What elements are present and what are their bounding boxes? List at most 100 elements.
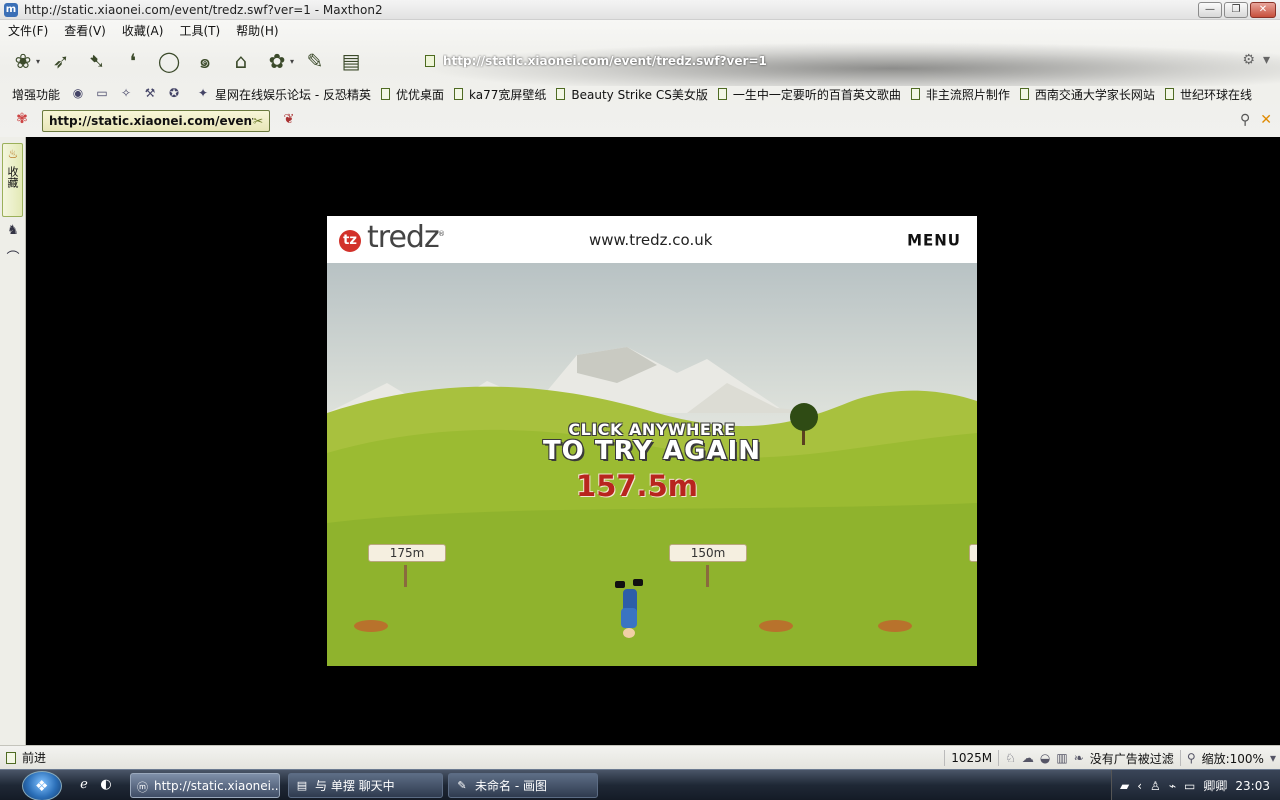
- flash-game[interactable]: tz tredz ® www.tredz.co.uk MENU 175m 150…: [327, 216, 977, 666]
- snail-icon[interactable]: ๑: [190, 47, 220, 75]
- start-button[interactable]: ❖: [22, 771, 62, 800]
- network-icon[interactable]: ⌁: [1169, 779, 1176, 793]
- window-icon[interactable]: ▭: [94, 86, 110, 102]
- task-label: http://static.xiaonei....: [154, 778, 280, 793]
- tab-close-icon[interactable]: ✂: [253, 114, 263, 128]
- tab-active[interactable]: http://static.xiaonei.com/event... ✂: [42, 110, 270, 132]
- ink-circle-home-icon[interactable]: ◯: [154, 47, 184, 75]
- game-scene[interactable]: 175m 150m CLICK ANYWHERE TO TRY AGAIN 15…: [327, 263, 977, 666]
- zoom-level[interactable]: 缩放:100%: [1202, 750, 1264, 767]
- maximize-button[interactable]: ❐: [1224, 2, 1248, 18]
- page-icon: [717, 88, 727, 100]
- horse-icon[interactable]: ♘: [1005, 751, 1016, 765]
- back-dropdown-icon[interactable]: ▾: [36, 57, 40, 66]
- tools-icon[interactable]: ⚒: [142, 86, 158, 102]
- tab-label: http://static.xiaonei.com/event...: [49, 114, 253, 128]
- menu-file[interactable]: 文件(F): [0, 22, 56, 39]
- favorite-link[interactable]: 优优桌面: [376, 86, 449, 103]
- page-icon: [1019, 88, 1029, 100]
- side-favorites-button[interactable]: ♨ 收藏: [2, 143, 23, 217]
- qq-icon[interactable]: ♙: [1150, 779, 1161, 793]
- separator: [1179, 750, 1181, 766]
- favorite-label: 星网在线娱乐论坛 - 反恐精英: [215, 87, 371, 102]
- favorite-link[interactable]: 世纪环球在线: [1160, 86, 1257, 103]
- system-tray: ▰ ‹ ♙ ⌁ ▭ 卿卿 23:03: [1111, 770, 1280, 800]
- arch-icon[interactable]: ⌒: [4, 247, 22, 266]
- bowl-icon[interactable]: ◒: [1040, 751, 1050, 765]
- flower-menu-icon[interactable]: ✾: [12, 111, 32, 131]
- memory-usage[interactable]: 1025M: [951, 751, 992, 765]
- address-input[interactable]: [443, 54, 983, 68]
- menu-favorites[interactable]: 收藏(A): [114, 22, 172, 39]
- star-icon: ✦: [197, 86, 209, 100]
- favorite-link[interactable]: ka77宽屏壁纸: [449, 86, 551, 103]
- tray-expand-icon[interactable]: ‹: [1137, 779, 1142, 793]
- page-icon: [6, 751, 16, 764]
- favorite-link[interactable]: 西南交通大学家长网站: [1015, 86, 1160, 103]
- tab-list-icon[interactable]: ⚲: [1240, 112, 1250, 128]
- bird-refresh-icon[interactable]: ➷: [82, 47, 112, 75]
- screen-capture-icon[interactable]: ◉: [70, 86, 86, 102]
- search-engine-icon[interactable]: ⚙: [1242, 52, 1255, 68]
- maxthon-app-icon[interactable]: m: [4, 2, 18, 17]
- enhancements-button[interactable]: 增强功能: [0, 86, 66, 103]
- new-tab-icon[interactable]: ❦: [282, 112, 296, 130]
- frog-icon[interactable]: ✿: [262, 47, 292, 75]
- leaf-icon[interactable]: ❧: [1074, 751, 1084, 765]
- cloud-icon[interactable]: ☁: [1022, 751, 1034, 765]
- page-icon: [454, 88, 463, 100]
- main-toolbar: ❀ ▾ ➶ ➷ ❛ ◯ ๑ ⌂ ✿ ▾ ✎ ▤: [8, 44, 366, 78]
- task-browser[interactable]: ⓜ http://static.xiaonei....: [130, 773, 280, 798]
- language-flag-icon[interactable]: ▰: [1120, 779, 1129, 793]
- menu-view[interactable]: 查看(V): [56, 22, 114, 39]
- favorite-link[interactable]: 非主流照片制作: [906, 86, 1015, 103]
- menu-help[interactable]: 帮助(H): [228, 22, 286, 39]
- menu-tools[interactable]: 工具(T): [171, 22, 228, 39]
- person-icon[interactable]: ♞: [4, 223, 22, 241]
- zoom-dropdown-icon[interactable]: ▾: [1270, 751, 1276, 765]
- clock[interactable]: 23:03: [1235, 779, 1270, 793]
- zoom-icon[interactable]: ⚲: [1187, 751, 1196, 765]
- favorite-link[interactable]: Beauty Strike CS美女版: [551, 86, 713, 103]
- site-url-link[interactable]: www.tredz.co.uk: [589, 231, 712, 249]
- player-shoe-left: [615, 581, 625, 588]
- brush-icon[interactable]: ✎: [300, 47, 330, 75]
- palette-icon[interactable]: ✪: [166, 86, 182, 102]
- taskbar: ❖ ℯ ◐ ⓜ http://static.xiaonei.... ▤ 与 单摆…: [0, 769, 1280, 800]
- task-chat[interactable]: ▤ 与 单摆 聊天中: [288, 773, 443, 798]
- status-text: 前进: [22, 751, 47, 765]
- window-title: http://static.xiaonei.com/event/tredz.sw…: [24, 2, 383, 17]
- dirt-mound: [878, 620, 912, 632]
- go-dropdown-icon[interactable]: ▾: [1263, 52, 1270, 68]
- lotus-back-icon[interactable]: ❀: [8, 47, 38, 75]
- side-favorites-label: 收藏: [6, 166, 19, 188]
- browser-quicklaunch-icon[interactable]: ◐: [98, 777, 114, 793]
- page-icon: [910, 88, 920, 100]
- ie-quicklaunch-icon[interactable]: ℯ: [76, 777, 92, 793]
- player-shoe-right: [633, 579, 643, 586]
- game-header: tz tredz ® www.tredz.co.uk MENU: [327, 216, 977, 263]
- minimize-button[interactable]: —: [1198, 2, 1222, 18]
- frog-dropdown-icon[interactable]: ▾: [290, 57, 294, 66]
- status-right: 1025M ♘ ☁ ◒ ▥ ❧ 没有广告被过滤 ⚲ 缩放:100% ▾: [944, 749, 1276, 767]
- distance-sign-partial: [969, 544, 977, 562]
- ad-filter-status[interactable]: 没有广告被过滤: [1090, 750, 1174, 767]
- bookshelf-icon[interactable]: ▥: [1056, 751, 1067, 765]
- favorite-label: 世纪环球在线: [1179, 87, 1252, 102]
- book-icon[interactable]: ▤: [336, 47, 366, 75]
- brush-stop-icon[interactable]: ❛: [118, 47, 148, 75]
- pavilion-icon[interactable]: ⌂: [226, 47, 256, 75]
- page-icon: [380, 88, 390, 100]
- task-paint[interactable]: ✎ 未命名 - 画图: [448, 773, 598, 798]
- game-menu-button[interactable]: MENU: [907, 231, 961, 250]
- favorite-label: 西南交通大学家长网站: [1034, 87, 1155, 102]
- clean-icon[interactable]: ✧: [118, 86, 134, 102]
- display-icon[interactable]: ▭: [1184, 779, 1195, 793]
- close-tab-icon[interactable]: ✕: [1260, 112, 1272, 128]
- close-button[interactable]: ✕: [1250, 2, 1276, 18]
- favorite-link[interactable]: ✦ 星网在线娱乐论坛 - 反恐精英: [186, 86, 376, 103]
- bird-forward-icon[interactable]: ➶: [46, 47, 76, 75]
- distance-sign-150: 150m: [669, 544, 747, 562]
- favorite-link[interactable]: 一生中一定要听的百首英文歌曲: [713, 86, 906, 103]
- distance-result: 157.5m: [576, 469, 698, 503]
